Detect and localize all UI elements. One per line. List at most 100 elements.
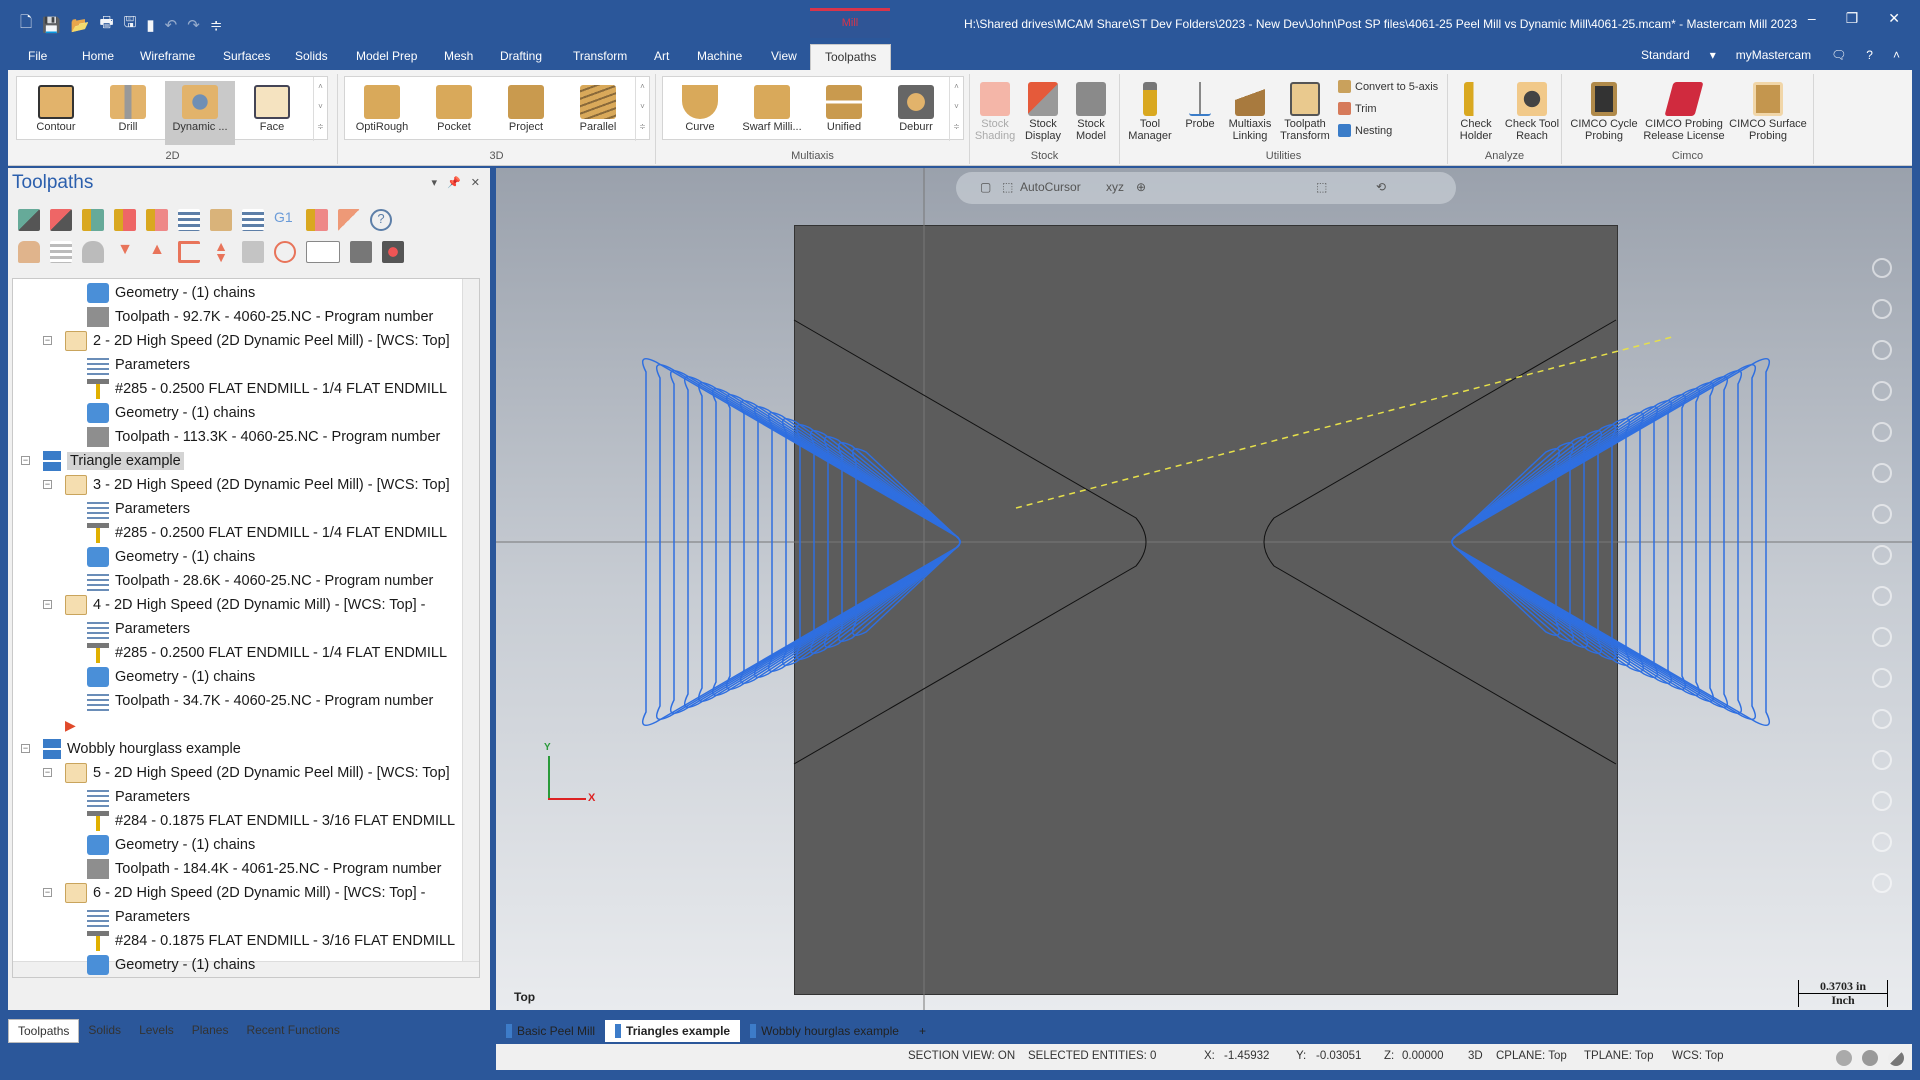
translucency-icon[interactable] xyxy=(1888,1050,1904,1066)
display-options-dropdown[interactable] xyxy=(306,241,340,263)
check-holder-button[interactable]: Check Holder xyxy=(1450,78,1502,142)
post-selected-icon[interactable] xyxy=(306,209,328,231)
save-as-icon[interactable]: 🖫 xyxy=(124,12,137,37)
tab-file[interactable]: File xyxy=(28,49,47,63)
deburr-button[interactable]: Deburr xyxy=(881,81,951,145)
backplot-icon[interactable] xyxy=(178,209,200,231)
tree-item[interactable]: ▶ xyxy=(65,713,76,737)
tree-item[interactable]: Geometry - (1) chains xyxy=(87,401,255,425)
tree-item[interactable]: Parameters xyxy=(87,785,190,809)
simulate-icon[interactable] xyxy=(242,209,264,231)
probe-button[interactable]: Probe xyxy=(1178,78,1222,142)
project-button[interactable]: Project xyxy=(491,81,561,145)
panel-tab-planes[interactable]: Planes xyxy=(183,1019,238,1043)
shaded-icon[interactable] xyxy=(1862,1050,1878,1066)
thumbnail-icon[interactable] xyxy=(350,241,372,263)
regenerate-dirty-icon[interactable] xyxy=(114,209,136,231)
tab-toolpaths[interactable]: Toolpaths xyxy=(810,44,892,70)
cimco-surface-probing-button[interactable]: CIMCO Surface Probing xyxy=(1728,78,1808,142)
tree-item[interactable]: Toolpath - 184.4K - 4061-25.NC - Program… xyxy=(87,857,441,881)
mode-3d-toggle[interactable]: 3D xyxy=(1468,1050,1483,1062)
curve-button[interactable]: Curve xyxy=(665,81,735,145)
new-file-icon[interactable]: 🗋 xyxy=(20,12,32,37)
tree-item[interactable]: Toolpath - 34.7K - 4060-25.NC - Program … xyxy=(87,689,433,713)
graphics-viewport[interactable]: ▢ ⬚ AutoCursor xyz ⊕ ⬚ ⟲ Y X Top 0.3703 … xyxy=(496,168,1912,1010)
panel-tab-levels[interactable]: Levels xyxy=(130,1019,183,1043)
panel-close-icon[interactable]: ✕ xyxy=(471,176,480,189)
tab-drafting[interactable]: Drafting xyxy=(500,49,542,63)
tab-view[interactable]: View xyxy=(771,49,797,63)
tree-item[interactable]: Geometry - (1) chains xyxy=(87,953,255,977)
tree-group-node[interactable]: − Triangle example xyxy=(21,449,184,473)
sort-operations-icon[interactable] xyxy=(146,209,168,231)
collapse-toggle[interactable]: − xyxy=(21,744,30,753)
print-icon[interactable]: 🖶 xyxy=(99,12,113,37)
tree-item[interactable]: #285 - 0.2500 FLAT ENDMILL - 1/4 FLAT EN… xyxy=(87,377,447,401)
restore-button[interactable]: ❐ xyxy=(1846,10,1859,27)
save-icon[interactable]: 💾 xyxy=(42,16,61,34)
tree-item[interactable]: #285 - 0.2500 FLAT ENDMILL - 1/4 FLAT EN… xyxy=(87,521,447,545)
check-tool-reach-button[interactable]: Check Tool Reach xyxy=(1504,78,1560,142)
help-icon[interactable]: ? xyxy=(1866,48,1873,62)
collapse-toggle[interactable]: − xyxy=(21,456,30,465)
trim-button[interactable]: Trim xyxy=(1338,102,1377,115)
stock-display-button[interactable]: Stock Display xyxy=(1020,78,1066,142)
wcs-view-icon[interactable] xyxy=(382,241,404,263)
gallery-scroll-2d[interactable]: ˄ ˅ ≑ xyxy=(313,77,327,141)
post-g1-icon[interactable]: G1 xyxy=(274,209,296,231)
collapse-ribbon-icon[interactable]: ˄ xyxy=(1893,48,1900,62)
tree-item[interactable]: #284 - 0.1875 FLAT ENDMILL - 3/16 FLAT E… xyxy=(87,929,455,953)
gallery-scroll-multiaxis[interactable]: ˄ ˅ ≑ xyxy=(949,77,963,141)
gallery-scroll-3d[interactable]: ˄ ˅ ≑ xyxy=(635,77,649,141)
panel-tab-toolpaths[interactable]: Toolpaths xyxy=(8,1019,80,1043)
deselect-operations-icon[interactable] xyxy=(50,209,72,231)
tab-mesh[interactable]: Mesh xyxy=(444,49,473,63)
tree-item[interactable]: Geometry - (1) chains xyxy=(87,665,255,689)
tab-home[interactable]: Home xyxy=(82,49,114,63)
face-button[interactable]: Face xyxy=(237,81,307,145)
multiaxis-linking-button[interactable]: Multiaxis Linking xyxy=(1224,78,1276,142)
tree-item[interactable]: #285 - 0.2500 FLAT ENDMILL - 1/4 FLAT EN… xyxy=(87,641,447,665)
panel-tab-solids[interactable]: Solids xyxy=(79,1019,130,1043)
swarf-milling-button[interactable]: Swarf Milli... xyxy=(737,81,807,145)
chevron-down-icon[interactable]: ▾ xyxy=(1710,48,1716,62)
nesting-button[interactable]: Nesting xyxy=(1338,124,1392,137)
collapse-toggle[interactable]: − xyxy=(43,336,52,345)
toggle-display-icon[interactable] xyxy=(50,241,72,263)
optirough-button[interactable]: OptiRough xyxy=(347,81,417,145)
tplane-select[interactable]: TPLANE: Top xyxy=(1584,1050,1653,1062)
tab-art[interactable]: Art xyxy=(654,49,669,63)
tree-operation-node[interactable]: − 3 - 2D High Speed (2D Dynamic Peel Mill… xyxy=(43,473,450,497)
wcs-select[interactable]: WCS: Top xyxy=(1672,1050,1724,1062)
tree-item[interactable]: Geometry - (1) chains xyxy=(87,281,255,305)
panel-tab-recent-functions[interactable]: Recent Functions xyxy=(237,1019,348,1043)
section-view-status[interactable]: SECTION VIEW: ON xyxy=(908,1050,1015,1062)
customize-icon[interactable]: ≑ xyxy=(210,16,223,34)
pin-icon[interactable]: 📌 xyxy=(447,176,461,189)
undo-icon[interactable]: ↶ xyxy=(165,16,178,34)
tool-manager-button[interactable]: Tool Manager xyxy=(1124,78,1176,142)
tree-vertical-scrollbar[interactable] xyxy=(462,279,479,963)
contour-button[interactable]: Contour xyxy=(21,81,91,145)
dynamic-mill-button[interactable]: Dynamic ... xyxy=(165,81,235,145)
move-insert-icon[interactable]: ▲ ▼ xyxy=(210,239,232,264)
viewsheet-tab[interactable]: Triangles example xyxy=(605,1020,741,1042)
tab-wireframe[interactable]: Wireframe xyxy=(140,49,195,63)
tab-solids[interactable]: Solids xyxy=(295,49,328,63)
open-icon[interactable]: 📂 xyxy=(71,16,90,34)
insert-arrow-after-icon[interactable] xyxy=(178,241,200,263)
tree-item[interactable]: Parameters xyxy=(87,497,190,521)
tree-item[interactable]: Parameters xyxy=(87,617,190,641)
single-operation-icon[interactable] xyxy=(274,241,296,263)
tab-model-prep[interactable]: Model Prep xyxy=(356,49,417,63)
tree-operation-node[interactable]: − 5 - 2D High Speed (2D Dynamic Peel Mill… xyxy=(43,761,450,785)
mymastercam-link[interactable]: myMastercam xyxy=(1736,48,1811,62)
feedback-icon[interactable]: 🗨 xyxy=(1831,48,1846,62)
tree-item[interactable]: #284 - 0.1875 FLAT ENDMILL - 3/16 FLAT E… xyxy=(87,809,455,833)
cimco-probing-license-button[interactable]: CIMCO Probing Release License xyxy=(1642,78,1726,142)
stock-shading-button[interactable]: Stock Shading xyxy=(972,78,1018,142)
move-up-icon[interactable]: ▲ xyxy=(146,241,168,263)
tab-machine[interactable]: Machine xyxy=(697,49,742,63)
lock-icon[interactable] xyxy=(18,241,40,263)
viewsheet-tab[interactable]: Basic Peel Mill xyxy=(496,1020,605,1042)
